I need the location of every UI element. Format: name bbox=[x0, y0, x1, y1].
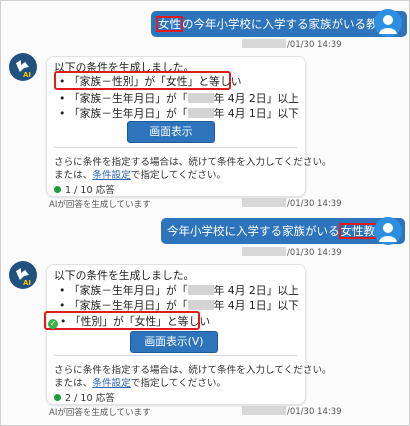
response-count: 1 / 10 応答 bbox=[54, 182, 115, 196]
response-intro: 以下の条件を生成しました。 bbox=[54, 269, 195, 282]
condition-item: • 「家族－性別」が「女性」と等しい bbox=[59, 75, 242, 88]
condition-item-new: ✓ • 「性別」が「女性」と等しい bbox=[48, 315, 211, 329]
condition-item: • 「家族－生年月日」が「年 4月 1日」以下 bbox=[59, 107, 299, 120]
hint-text: さらに条件を指定する場合は、続けて条件を入力してください。 bbox=[54, 157, 332, 168]
user-message-1: 女性の今年小学校に入学する家族がいる教職員 bbox=[151, 11, 407, 37]
redacted-year bbox=[187, 108, 214, 118]
svg-text:AI: AI bbox=[23, 279, 31, 287]
user-message-2: 今年小学校に入学する家族がいる女性教職員 bbox=[161, 218, 405, 244]
screen-display-button[interactable]: 画面表示(V) bbox=[130, 331, 218, 353]
condition-settings-link[interactable]: 条件設定 bbox=[92, 170, 130, 181]
user-message-1-highlight: 女性 bbox=[156, 16, 183, 32]
condition-item: • 「家族－生年月日」が「年 4月 2日」以上 bbox=[59, 284, 299, 297]
user-message-1-timestamp: /01/30 14:39 bbox=[242, 39, 342, 50]
redacted-year bbox=[242, 39, 286, 48]
person-icon bbox=[374, 9, 402, 37]
chat-window: 女性の今年小学校に入学する家族がいる教職員 /01/30 14:39 AI 以下… bbox=[0, 0, 410, 426]
user-message-2-timestamp: /01/30 14:39 bbox=[242, 247, 342, 258]
hint-text: さらに条件を指定する場合は、続けて条件を入力してください。 bbox=[54, 365, 332, 376]
redacted-year bbox=[187, 93, 214, 103]
redacted-year bbox=[242, 198, 286, 207]
user-message-2-text-pre: 今年小学校に入学する家族がいる bbox=[167, 224, 340, 238]
person-icon bbox=[374, 217, 402, 245]
redacted-year bbox=[242, 247, 286, 256]
redacted-year bbox=[187, 285, 214, 295]
check-icon: ✓ bbox=[48, 319, 58, 329]
condition-item: • 「家族－生年月日」が「年 4月 2日」以上 bbox=[59, 92, 299, 105]
bot-message-1-timestamp: /01/30 14:39 bbox=[242, 198, 342, 209]
divider bbox=[54, 355, 297, 356]
ai-assistant-icon: AI bbox=[9, 261, 37, 289]
footer-note: AIが回答を生成しています bbox=[49, 408, 151, 418]
bot-response-card-1: 以下の条件を生成しました。 • 「家族－性別」が「女性」と等しい • 「家族－生… bbox=[46, 56, 332, 197]
svg-text:AI: AI bbox=[23, 71, 31, 79]
condition-settings-link[interactable]: 条件設定 bbox=[92, 378, 130, 389]
bot-response-card-2: 以下の条件を生成しました。 • 「家族－生年月日」が「年 4月 2日」以上 • … bbox=[44, 264, 332, 405]
bot-message-2-timestamp: /01/30 14:39 bbox=[242, 406, 342, 417]
footer-note: AIが回答を生成しています bbox=[49, 200, 151, 210]
divider bbox=[54, 147, 297, 148]
hint-text: または、条件設定で指定してください。 bbox=[54, 378, 227, 389]
hint-text: または、条件設定で指定してください。 bbox=[54, 170, 227, 181]
redacted-year bbox=[187, 300, 214, 310]
status-dot-icon bbox=[54, 186, 61, 193]
redacted-year bbox=[242, 406, 286, 415]
screen-display-button[interactable]: 画面表示 bbox=[127, 121, 215, 143]
status-dot-icon bbox=[54, 394, 61, 401]
ai-assistant-icon: AI bbox=[9, 53, 37, 81]
user-message-1-text-post: の今年小学校に入学する家族がいる教職員 bbox=[182, 17, 401, 31]
response-count: 2 / 10 応答 bbox=[54, 390, 115, 404]
